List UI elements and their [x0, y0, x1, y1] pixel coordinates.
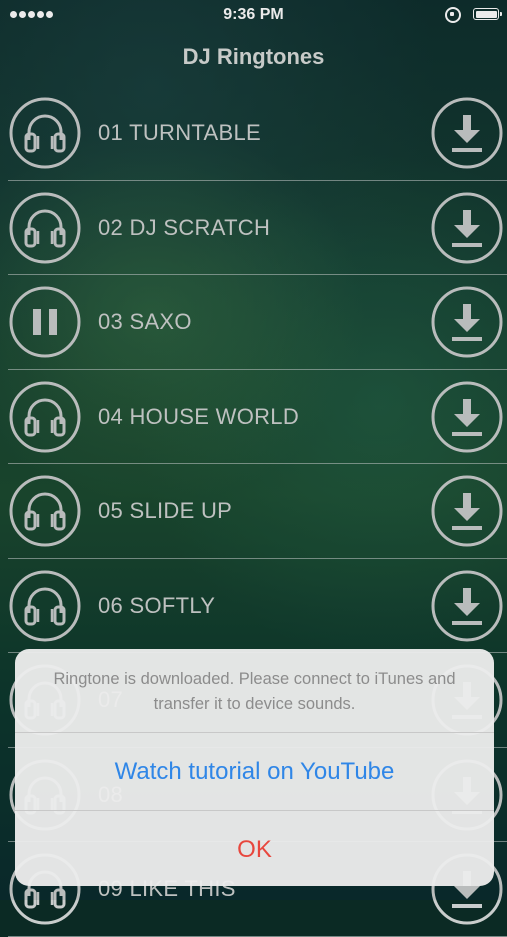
watch-tutorial-button[interactable]: Watch tutorial on YouTube: [15, 732, 494, 810]
ok-button[interactable]: OK: [15, 810, 494, 886]
alert-message: Ringtone is downloaded. Please connect t…: [53, 670, 456, 713]
download-alert: Ringtone is downloaded. Please connect t…: [15, 649, 494, 886]
